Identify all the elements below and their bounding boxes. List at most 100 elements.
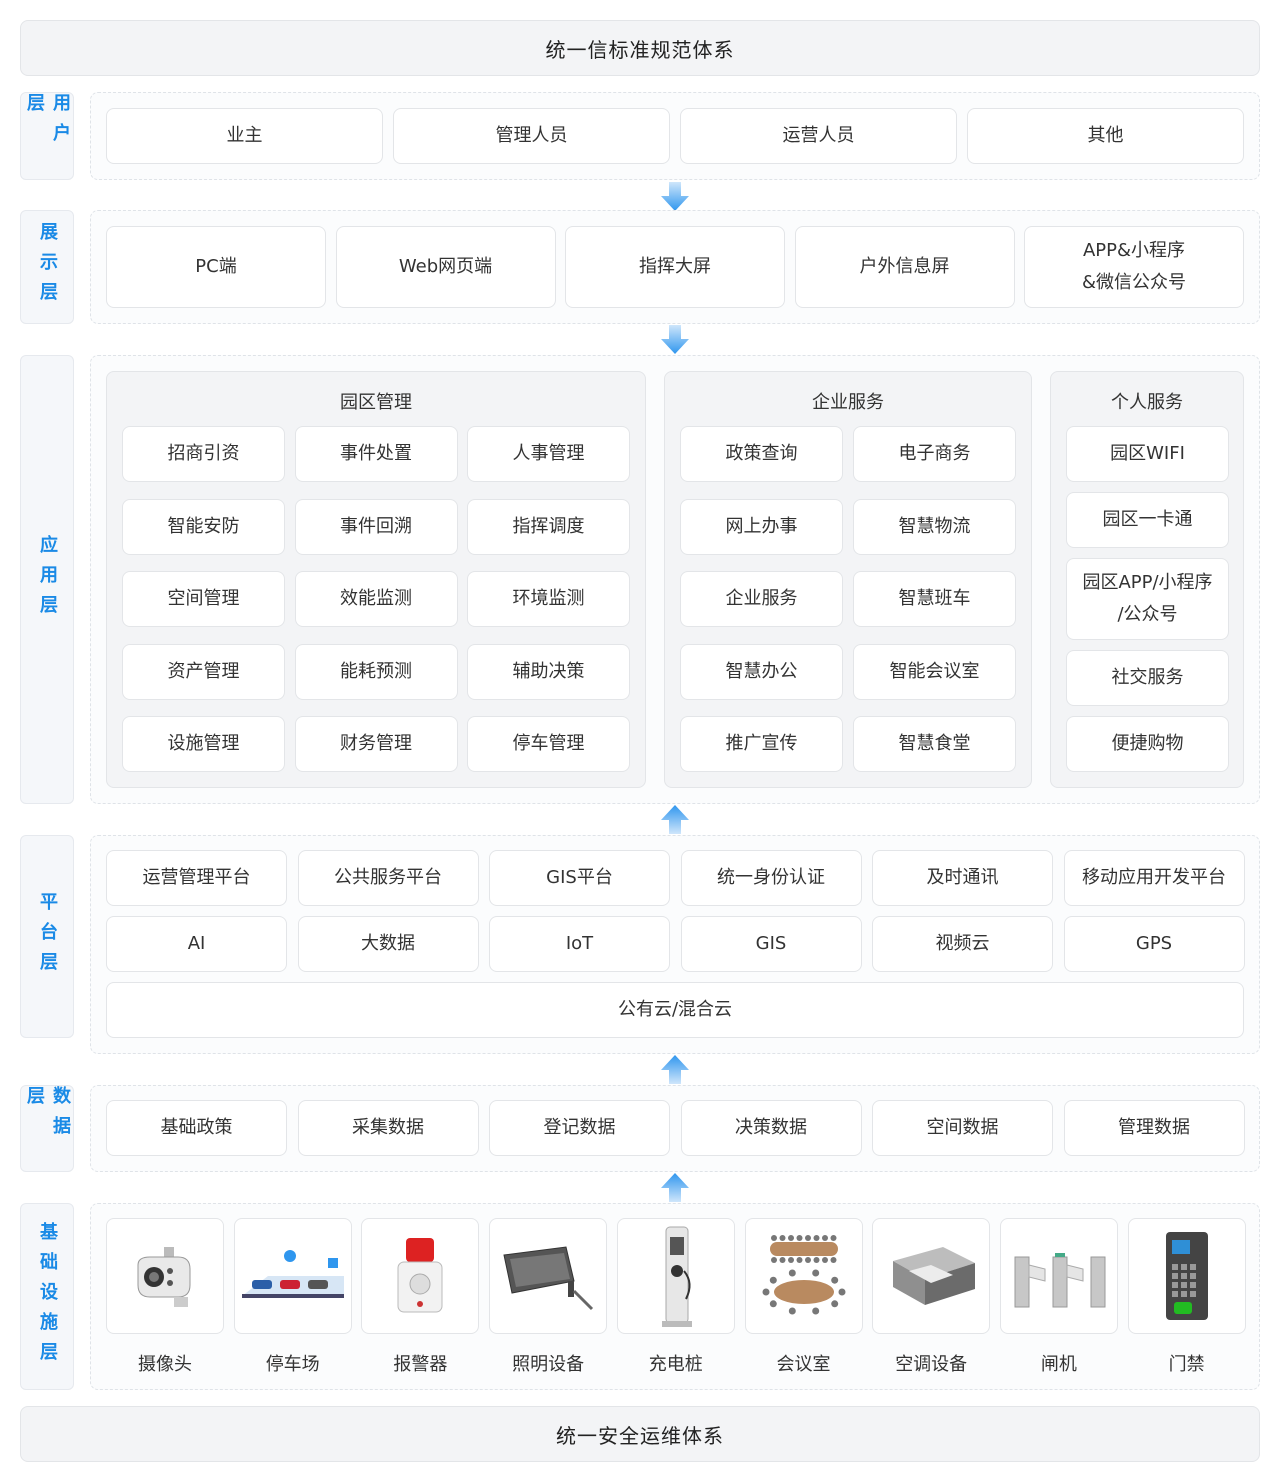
park-item-label: 环境监测	[512, 588, 585, 609]
data-layer-text: 数据层	[24, 1086, 71, 1146]
platform-tech-item-label: 视频云	[935, 933, 990, 954]
platform-tech-item: 大数据	[297, 916, 479, 972]
platform-item: 移动应用开发平台	[1063, 850, 1245, 906]
data-item: 决策数据	[680, 1100, 862, 1156]
device-label: 门禁	[1168, 1354, 1205, 1375]
park-item-label: 事件回溯	[340, 515, 412, 537]
user-layer-text: 用户层	[24, 93, 71, 153]
park-item: 辅助决策	[467, 643, 630, 700]
platform-item: 运营管理平台	[106, 850, 287, 906]
cloud-box: 公有云/混合云	[106, 982, 1244, 1038]
device-label: 充电桩	[648, 1354, 703, 1375]
data-item-label: 管理数据	[1118, 1117, 1190, 1138]
enterprise-item-label: 电子商务	[898, 443, 971, 464]
device-label: 会议室	[776, 1354, 831, 1375]
data-item: 采集数据	[297, 1100, 479, 1156]
platform-tech-item: AI	[106, 916, 287, 972]
display-item: 指挥大屏	[565, 226, 785, 308]
park-item-label: 指挥调度	[512, 515, 585, 537]
platform-tech-item: IoT	[489, 916, 670, 972]
park-item-label: 能耗预测	[340, 660, 412, 682]
display-item: PC端	[106, 226, 326, 308]
platform-item: 统一身份认证	[680, 850, 862, 906]
standards-system-bar: 统一信标准规范体系	[20, 20, 1260, 76]
device-item: 摄像头	[106, 1218, 224, 1376]
platform-item: GIS平台	[489, 850, 670, 906]
park-item-label: 空间管理	[167, 588, 240, 609]
light-icon	[489, 1218, 608, 1334]
data-item: 登记数据	[489, 1100, 670, 1156]
data-item-label: 空间数据	[926, 1117, 999, 1138]
data-item-label: 采集数据	[352, 1117, 424, 1138]
enterprise-service-title: 企业服务	[812, 392, 884, 413]
personal-item: 社交服务	[1066, 650, 1229, 706]
park-item: 效能监测	[294, 571, 458, 627]
device-label: 摄像头	[138, 1354, 192, 1375]
park-item: 财务管理	[294, 716, 458, 772]
device-item: 停车场	[233, 1218, 352, 1376]
platform-tech-item: 视频云	[872, 916, 1053, 972]
personal-item: 园区一卡通	[1066, 492, 1229, 548]
data-item: 空间数据	[872, 1100, 1053, 1156]
personal-item-label: 社交服务	[1111, 667, 1184, 688]
arrow-down-icon	[661, 325, 689, 354]
device-item: 门禁	[1127, 1218, 1246, 1376]
platform-item: 及时通讯	[872, 850, 1053, 906]
park-item-label: 招商引资	[167, 443, 240, 464]
user-item: 管理人员	[393, 108, 670, 164]
display-item-label: Web网页端	[398, 256, 493, 277]
park-item-label: 财务管理	[340, 733, 412, 754]
device-label: 闸机	[1040, 1354, 1077, 1375]
security-ops-bar: 统一安全运维体系	[20, 1406, 1260, 1462]
personal-item: 园区WIFI	[1066, 426, 1229, 482]
park-item: 停车管理	[467, 716, 630, 772]
arrow-up-icon	[661, 1173, 689, 1202]
enterprise-item: 政策查询	[680, 426, 843, 482]
display-item: APP&小程序 &微信公众号	[1024, 226, 1244, 308]
display-item: 户外信息屏	[794, 226, 1015, 308]
user-item-label: 业主	[226, 125, 263, 146]
device-label: 空调设备	[895, 1354, 968, 1375]
access-control-icon	[1127, 1218, 1246, 1334]
enterprise-item: 网上办事	[680, 498, 843, 555]
park-item-label: 设施管理	[167, 733, 240, 754]
platform-tech-item-label: GIS	[755, 933, 787, 954]
park-item: 设施管理	[122, 716, 285, 772]
personal-item-label: 便捷购物	[1111, 733, 1184, 754]
enterprise-item-label: 智慧食堂	[898, 733, 971, 754]
display-layer-text: 展示层	[37, 222, 58, 312]
enterprise-item: 智慧班车	[853, 571, 1016, 627]
user-item-label: 运营人员	[782, 125, 855, 146]
app-layer-text: 应用层	[37, 534, 58, 625]
infra-layer-label: 基础设施层	[20, 1203, 74, 1390]
cloud-label: 公有云/混合云	[617, 999, 733, 1020]
data-item: 基础政策	[106, 1100, 287, 1156]
park-item: 空间管理	[122, 571, 285, 627]
display-item: Web网页端	[335, 226, 556, 308]
platform-item: 公共服务平台	[297, 850, 479, 906]
platform-tech-item-label: AI	[187, 933, 206, 954]
camera-icon	[106, 1218, 224, 1334]
device-item: 充电桩	[616, 1218, 735, 1376]
platform-item-label: GIS平台	[546, 867, 613, 888]
platform-tech-item-label: GPS	[1135, 933, 1173, 954]
charger-icon	[616, 1218, 735, 1334]
personal-service-title: 个人服务	[1111, 392, 1183, 413]
standards-system-label: 统一信标准规范体系	[545, 37, 735, 62]
enterprise-item: 企业服务	[680, 571, 843, 627]
platform-item-label: 移动应用开发平台	[1082, 867, 1226, 888]
enterprise-item-label: 智慧班车	[898, 588, 971, 609]
user-item: 其他	[967, 108, 1244, 164]
personal-item-label: 园区一卡通	[1102, 509, 1193, 530]
alarm-icon	[361, 1218, 480, 1334]
platform-layer-text: 平台层	[37, 891, 58, 982]
enterprise-item: 智慧办公	[680, 643, 843, 700]
device-label: 停车场	[265, 1354, 320, 1375]
user-item-label: 管理人员	[495, 125, 568, 146]
device-item: 会议室	[744, 1218, 863, 1376]
display-item-label: PC端	[195, 256, 237, 277]
park-item-label: 效能监测	[340, 588, 412, 609]
platform-tech-item-label: IoT	[565, 933, 594, 954]
platform-layer-label: 平台层	[20, 835, 74, 1038]
enterprise-item-label: 企业服务	[725, 588, 798, 609]
